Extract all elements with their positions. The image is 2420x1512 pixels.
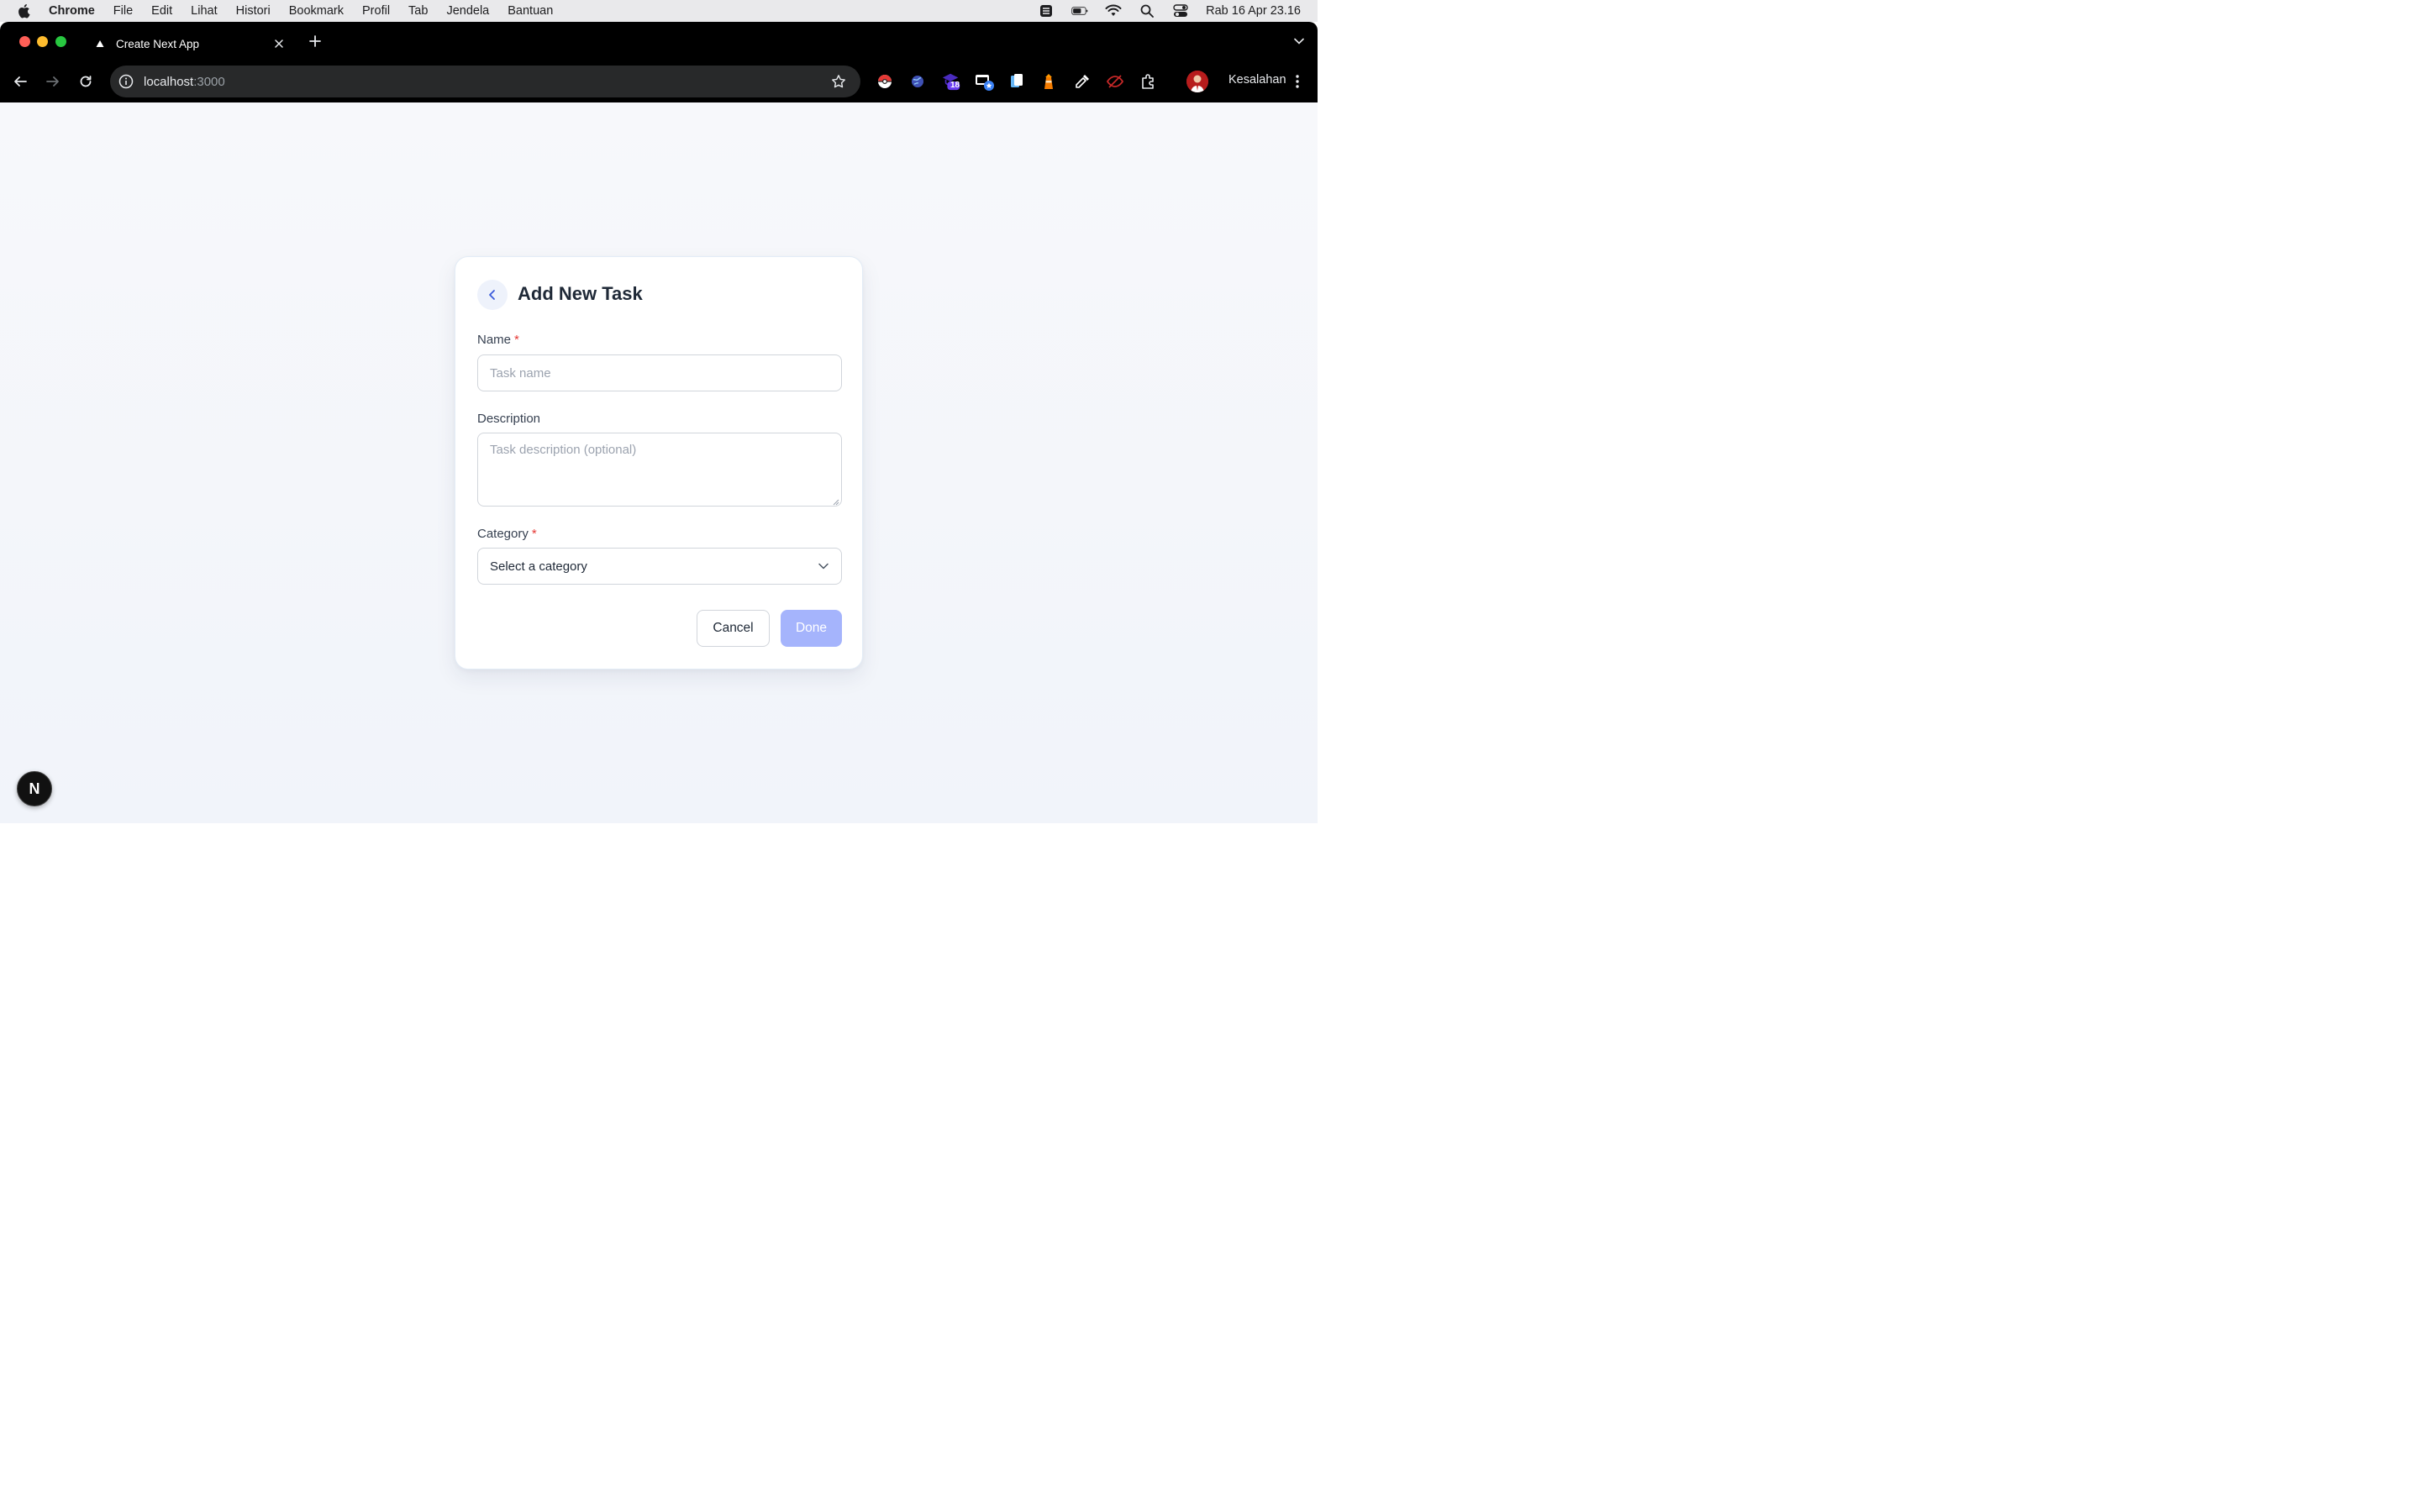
- back-button[interactable]: [477, 280, 508, 310]
- category-label-text: Category: [477, 527, 529, 541]
- browser-tab-strip: Create Next App: [0, 22, 1318, 60]
- menu-help[interactable]: Bantuan: [508, 4, 553, 18]
- address-bar[interactable]: localhost:3000: [110, 66, 860, 97]
- keyboard-input-icon[interactable]: [1038, 4, 1055, 18]
- menu-bookmarks[interactable]: Bookmark: [289, 4, 344, 18]
- macos-menu-bar: Chrome File Edit Lihat Histori Bookmark …: [0, 0, 1318, 22]
- apple-icon[interactable]: [17, 3, 32, 18]
- chevron-left-icon: [489, 290, 495, 300]
- document-extension-icon[interactable]: [1007, 71, 1027, 92]
- reload-icon[interactable]: [76, 72, 95, 91]
- tab-title: Create Next App: [116, 37, 200, 50]
- tab-search-chevron-icon[interactable]: [1292, 34, 1306, 48]
- back-arrow-icon[interactable]: [11, 72, 29, 91]
- window-minimize-button[interactable]: [37, 36, 48, 47]
- graduation-cap-extension-icon[interactable]: 18: [941, 71, 961, 92]
- url-port: :3000: [193, 74, 225, 89]
- url-host: localhost: [144, 74, 194, 89]
- profile-avatar[interactable]: [1186, 71, 1208, 92]
- done-button[interactable]: Done: [781, 610, 842, 647]
- cancel-button[interactable]: Cancel: [697, 610, 770, 647]
- hidden-eye-extension-icon[interactable]: [1105, 71, 1125, 92]
- url-text: localhost:3000: [144, 75, 225, 89]
- menu-history[interactable]: Histori: [236, 4, 271, 18]
- nextjs-dev-indicator[interactable]: N: [17, 771, 52, 806]
- window-close-button[interactable]: [19, 36, 30, 47]
- close-tab-icon[interactable]: [272, 37, 286, 50]
- chevron-down-icon: [818, 560, 829, 572]
- forward-arrow-icon[interactable]: [44, 72, 62, 91]
- category-select[interactable]: Select a category: [477, 548, 842, 585]
- task-name-input[interactable]: [477, 354, 842, 391]
- menubar-clock[interactable]: Rab 16 Apr 23.16: [1206, 4, 1301, 18]
- menu-view[interactable]: Lihat: [191, 4, 217, 18]
- add-task-card: Add New Task Name* Description Category*…: [455, 256, 863, 669]
- required-asterisk: *: [531, 527, 537, 541]
- nextjs-logo-icon: N: [29, 780, 40, 797]
- lighthouse-extension-icon[interactable]: [1039, 71, 1059, 92]
- spotlight-search-icon[interactable]: [1139, 4, 1155, 18]
- menu-edit[interactable]: Edit: [151, 4, 172, 18]
- category-label: Category *: [477, 527, 537, 541]
- tab-create-next-app[interactable]: Create Next App: [82, 27, 297, 60]
- required-asterisk: *: [514, 333, 519, 347]
- resize-grip-icon[interactable]: [831, 497, 839, 506]
- globe-extension-icon[interactable]: [908, 71, 928, 92]
- extension-badge: 18: [950, 81, 960, 90]
- wifi-icon[interactable]: [1105, 4, 1122, 18]
- battery-icon[interactable]: [1071, 4, 1088, 18]
- status-area: Rab 16 Apr 23.16: [1038, 0, 1301, 22]
- window-zoom-button[interactable]: [55, 36, 66, 47]
- bookmark-star-icon[interactable]: [830, 73, 847, 90]
- menu-window[interactable]: Jendela: [446, 4, 489, 18]
- menu-tab[interactable]: Tab: [408, 4, 428, 18]
- page-viewport: Add New Task Name* Description Category*…: [0, 102, 1318, 823]
- browser-toolbar: localhost:3000 18 Kesalahan: [0, 60, 1318, 102]
- menu-profiles[interactable]: Profil: [362, 4, 390, 18]
- nextjs-triangle-icon: [94, 38, 106, 50]
- new-tab-plus-icon[interactable]: [308, 34, 323, 49]
- name-label: Name *: [477, 333, 519, 347]
- tab-manager-extension-icon[interactable]: [975, 71, 995, 92]
- eyedropper-extension-icon[interactable]: [1072, 71, 1092, 92]
- site-info-icon[interactable]: [118, 73, 134, 90]
- category-select-value: Select a category: [490, 559, 587, 574]
- app-name[interactable]: Chrome: [49, 4, 95, 18]
- task-description-textarea[interactable]: [477, 433, 842, 507]
- pokeball-extension-icon[interactable]: [875, 71, 895, 92]
- extensions-puzzle-icon[interactable]: [1139, 71, 1159, 92]
- description-label: Description: [477, 412, 541, 426]
- profile-name[interactable]: Kesalahan: [1228, 73, 1286, 87]
- name-label-text: Name: [477, 333, 512, 347]
- control-center-icon[interactable]: [1172, 4, 1189, 18]
- menu-file[interactable]: File: [113, 4, 133, 18]
- browser-menu-icon[interactable]: [1290, 72, 1305, 91]
- page-title: Add New Task: [518, 283, 643, 304]
